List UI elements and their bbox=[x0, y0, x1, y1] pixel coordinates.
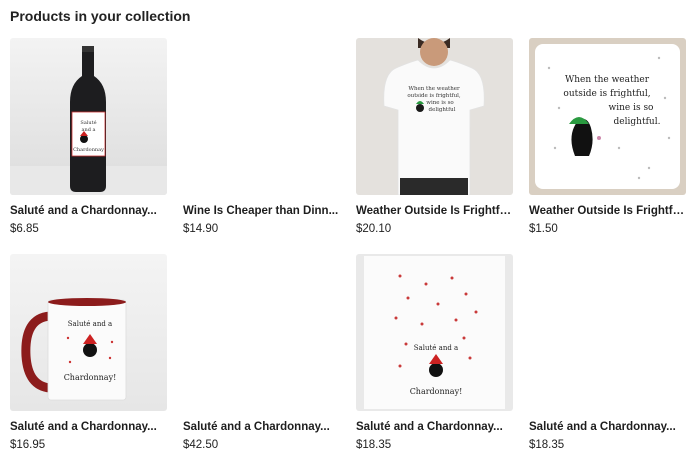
product-image-kitchen-towel[interactable]: Saluté and a Chardonnay! bbox=[356, 254, 513, 411]
product-name[interactable]: Weather Outside Is Frightfu... bbox=[529, 205, 686, 217]
mug-text-line-2: Chardonnay! bbox=[64, 373, 117, 382]
product-image-coaster[interactable]: When the weather outside is frightful, w… bbox=[529, 38, 686, 195]
product-card[interactable]: Wine Is Cheaper than Dinn... $14.90 bbox=[183, 38, 340, 235]
product-card[interactable]: Saluté and a Chardonnay! Saluté and a Ch… bbox=[356, 254, 513, 451]
product-image-placeholder[interactable] bbox=[183, 254, 340, 411]
product-card[interactable]: When the weather outside is frightful, w… bbox=[356, 38, 513, 235]
mug-text-line-1: Saluté and a bbox=[68, 320, 112, 328]
product-price: $6.85 bbox=[10, 223, 39, 235]
product-price: $20.10 bbox=[356, 223, 392, 235]
bottle-label-line-3: Chardonnay bbox=[73, 147, 104, 153]
product-price: $18.35 bbox=[529, 439, 565, 451]
product-name[interactable]: Weather Outside Is Frightfu... bbox=[356, 205, 513, 217]
product-name[interactable]: Saluté and a Chardonnay... bbox=[529, 421, 686, 433]
product-image-t-shirt[interactable]: When the weather outside is frightful, w… bbox=[356, 38, 513, 195]
product-card[interactable]: When the weather outside is frightful, w… bbox=[529, 38, 686, 235]
product-name[interactable]: Saluté and a Chardonnay... bbox=[183, 421, 340, 433]
product-name[interactable]: Wine Is Cheaper than Dinn... bbox=[183, 205, 340, 217]
product-price: $42.50 bbox=[183, 439, 219, 451]
product-price: $1.50 bbox=[529, 223, 558, 235]
product-card[interactable]: Saluté and a Chardonnay Saluté and a Cha… bbox=[10, 38, 167, 235]
towel-text-line-1: Saluté and a bbox=[414, 344, 458, 352]
towel-text-line-2: Chardonnay! bbox=[410, 387, 463, 396]
coaster-text-line-2: outside is frightful, bbox=[563, 89, 650, 99]
product-image-placeholder[interactable] bbox=[183, 38, 340, 195]
product-image-mug[interactable]: Saluté and a Chardonnay! bbox=[10, 254, 167, 411]
shirt-text-line-3: wine is so bbox=[426, 100, 454, 106]
product-name[interactable]: Saluté and a Chardonnay... bbox=[10, 421, 167, 433]
product-price: $18.35 bbox=[356, 439, 392, 451]
page-title: Products in your collection bbox=[10, 8, 191, 24]
coaster-text-line-3: wine is so bbox=[609, 103, 654, 113]
product-image-wine-bottle[interactable]: Saluté and a Chardonnay bbox=[10, 38, 167, 195]
product-name[interactable]: Saluté and a Chardonnay... bbox=[356, 421, 513, 433]
product-price: $14.90 bbox=[183, 223, 219, 235]
product-card[interactable]: Saluté and a Chardonnay... $18.35 bbox=[529, 254, 686, 451]
shirt-text-line-2: outside is frightful, bbox=[407, 93, 461, 99]
shirt-text-line-4: delightful bbox=[429, 107, 456, 113]
product-card[interactable]: Saluté and a Chardonnay... $42.50 bbox=[183, 254, 340, 451]
product-card[interactable]: Saluté and a Chardonnay! Saluté and a Ch… bbox=[10, 254, 167, 451]
coaster-text-line-1: When the weather bbox=[565, 75, 650, 85]
product-image-placeholder[interactable] bbox=[529, 254, 686, 411]
shirt-text-line-1: When the weather bbox=[408, 86, 460, 92]
product-price: $16.95 bbox=[10, 439, 46, 451]
coaster-text-line-4: delightful. bbox=[614, 117, 661, 127]
bottle-label-line-1: Saluté bbox=[80, 119, 96, 126]
product-name[interactable]: Saluté and a Chardonnay... bbox=[10, 205, 167, 217]
